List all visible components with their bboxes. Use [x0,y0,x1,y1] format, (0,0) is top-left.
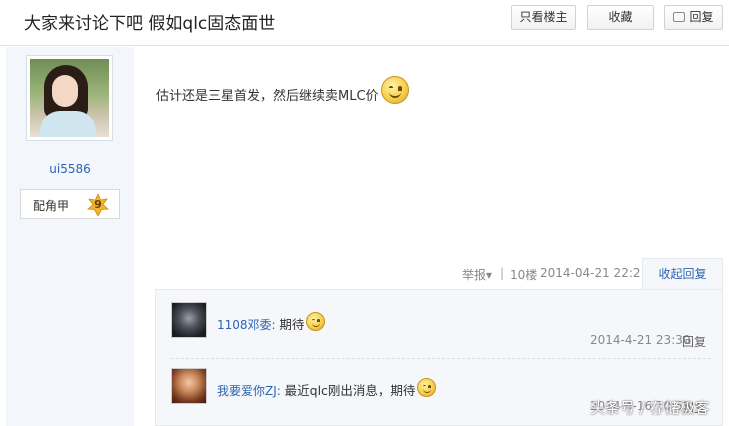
reply-button[interactable]: 回复 [664,5,723,30]
level-star-icon: 9 [87,192,109,217]
reply-text: 期待 [279,317,305,332]
post-text: 估计还是三星首发，然后继续卖MLC价 [156,89,379,104]
reply-username[interactable]: 1108邓委: [217,318,276,332]
only-op-button[interactable]: 只看楼主 [511,5,576,30]
avatar-image [30,59,109,137]
reply-time: 2014-4-21 23:30 [590,333,691,347]
favorite-button[interactable]: 收藏 [587,5,654,30]
reply-line: 我要爱你ZJ: 最近qlc刚出消息，期待 [217,378,437,399]
smiley-emoji-icon [306,312,326,331]
avatar[interactable] [171,302,207,338]
reply-username[interactable]: 我要爱你ZJ: [217,384,281,398]
author-avatar[interactable] [26,55,113,141]
author-username[interactable]: ui5586 [6,162,134,176]
watermark: 头条号 / 存储极客 [590,399,710,417]
thread-header: 大家来讨论下吧 假如qlc固态面世 只看楼主 收藏 回复 [0,0,729,46]
divider [171,358,711,359]
floor-number: 10楼 [510,268,538,282]
badge-label: 配角甲 [33,199,70,213]
reply-line: 1108邓委: 期待 [217,312,326,333]
reply-link[interactable]: 回复 [682,333,706,350]
smiley-emoji-icon [417,378,437,397]
report-link[interactable]: 举报▾ [462,266,492,283]
reply-button-label: 回复 [689,10,714,24]
smiley-emoji-icon [380,76,409,104]
post-content: 估计还是三星首发，然后继续卖MLC价 [156,76,409,104]
collapse-replies-button[interactable]: 收起回复 [642,258,723,290]
avatar[interactable] [171,368,207,404]
reply-icon [673,12,686,22]
author-sidebar: ui5586 配角甲 9 [6,47,134,426]
level-number: 9 [94,198,102,211]
post-time: 2014-04-21 22:21 [540,266,649,280]
reply-text: 最近qlc刚出消息，期待 [284,383,416,398]
thread-title: 大家来讨论下吧 假如qlc固态面世 [24,14,276,34]
meta-separator: | [500,266,505,280]
author-badge[interactable]: 配角甲 9 [20,189,120,219]
